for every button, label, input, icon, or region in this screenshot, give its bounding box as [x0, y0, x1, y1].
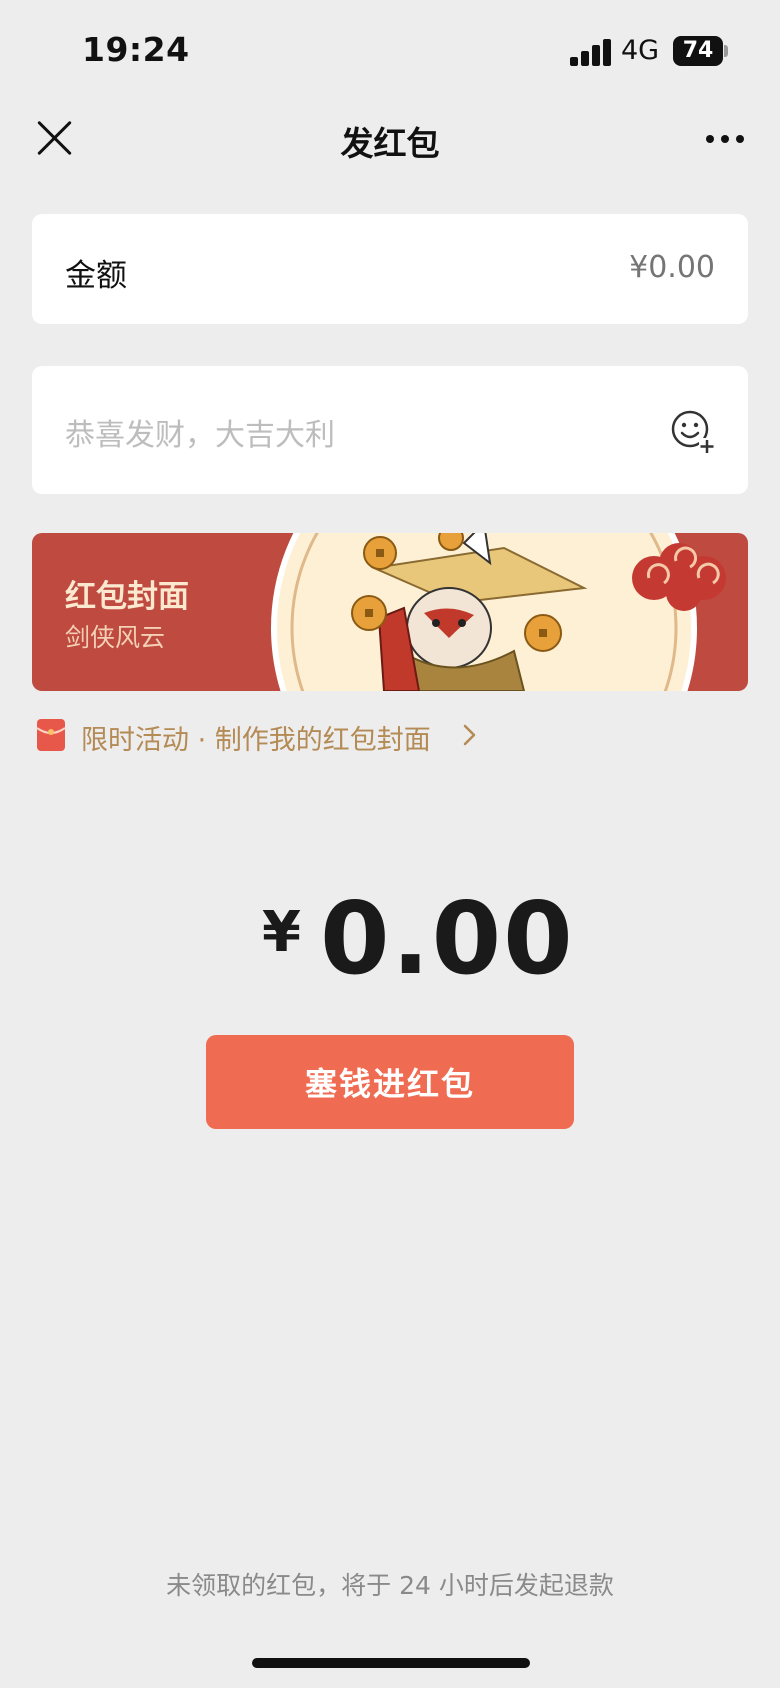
submit-button[interactable]: 塞钱进红包 — [206, 1035, 574, 1129]
battery-tip — [724, 45, 728, 57]
status-time: 19:24 — [82, 30, 190, 69]
refund-note: 未领取的红包，将于 24 小时后发起退款 — [166, 1571, 614, 1600]
network-label: 4G — [621, 35, 660, 66]
greeting-field[interactable]: 恭喜发财，大吉大利 — [32, 366, 748, 494]
chevron-right-icon — [463, 724, 476, 746]
cover-title: 红包封面 — [65, 579, 189, 615]
amount-input[interactable] — [515, 250, 715, 285]
amount-field[interactable]: 金额 — [32, 214, 748, 324]
red-packet-icon — [36, 719, 66, 751]
greeting-input[interactable]: 恭喜发财，大吉大利 — [65, 410, 335, 454]
cover-illustration — [271, 533, 726, 691]
nav-bar: 发红包 — [0, 105, 780, 175]
amount-label: 金额 — [65, 258, 127, 294]
total-value: 0.00 — [320, 880, 575, 997]
status-bar: 19:24 4G 74 — [0, 0, 780, 100]
home-indicator — [252, 1658, 530, 1668]
emoji-add-icon[interactable] — [671, 410, 715, 454]
cover-subtitle: 剑侠风云 — [65, 623, 166, 652]
page-title: 发红包 — [340, 124, 440, 163]
total-amount: ¥ 0.00 — [0, 880, 780, 1000]
red-packet-cover-banner[interactable]: 红包封面 剑侠风云 — [32, 533, 748, 691]
more-icon[interactable] — [706, 135, 746, 145]
battery-icon: 74 — [673, 36, 723, 66]
signal-icon — [570, 38, 612, 66]
total-currency: ¥ — [262, 900, 301, 965]
promo-text: 限时活动 · 制作我的红包封面 — [81, 725, 431, 756]
